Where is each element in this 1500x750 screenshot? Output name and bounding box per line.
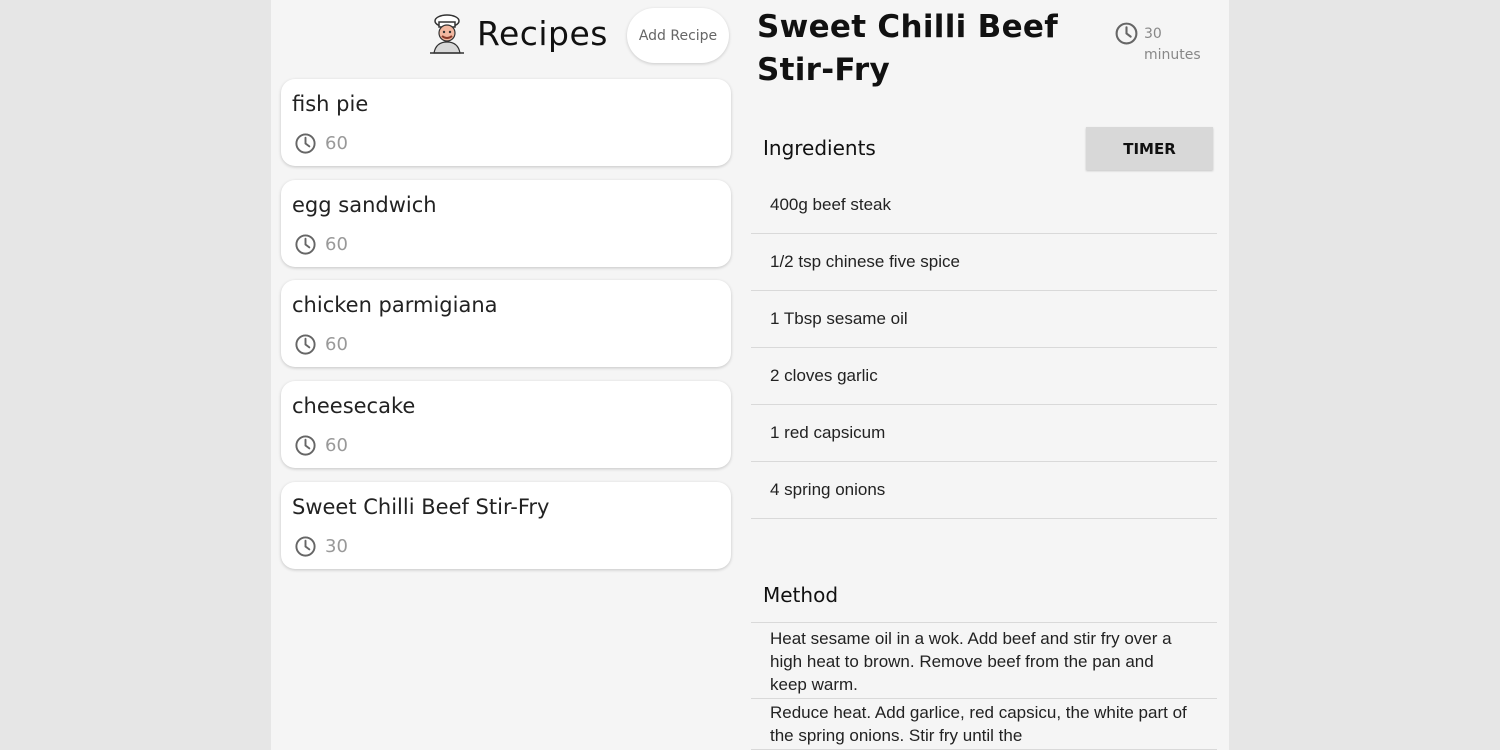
clock-icon bbox=[295, 536, 316, 557]
recipe-name: cheesecake bbox=[292, 394, 416, 418]
recipe-name: chicken parmigiana bbox=[292, 293, 498, 317]
recipe-app: Recipes Add Recipe fish pie 60 egg sandw… bbox=[271, 0, 1229, 750]
time-value: 30 bbox=[1144, 26, 1162, 42]
recipe-name: egg sandwich bbox=[292, 193, 437, 217]
recipe-time: 60 bbox=[325, 435, 348, 456]
recipe-name: Sweet Chilli Beef Stir-Fry bbox=[292, 495, 550, 519]
recipe-time: 60 bbox=[325, 133, 348, 154]
recipe-card[interactable]: egg sandwich 60 bbox=[281, 180, 731, 267]
clock-icon bbox=[295, 133, 316, 154]
chef-logo-icon bbox=[430, 14, 464, 54]
ingredient-item: 1 Tbsp sesame oil bbox=[751, 291, 1217, 348]
clock-icon bbox=[295, 435, 316, 456]
recipe-card[interactable]: chicken parmigiana 60 bbox=[281, 280, 731, 367]
divider bbox=[751, 622, 1217, 623]
recipe-time: 60 bbox=[325, 234, 348, 255]
method-step: Reduce heat. Add garlice, red capsicu, t… bbox=[751, 699, 1217, 750]
recipe-detail-time: 30 minutes bbox=[1144, 24, 1214, 66]
time-unit: minutes bbox=[1144, 47, 1201, 63]
method-list: Heat sesame oil in a wok. Add beef and s… bbox=[751, 625, 1217, 750]
method-step: Heat sesame oil in a wok. Add beef and s… bbox=[751, 625, 1217, 699]
recipe-time: 30 bbox=[325, 536, 348, 557]
recipe-name: fish pie bbox=[292, 92, 369, 116]
ingredient-item: 2 cloves garlic bbox=[751, 348, 1217, 405]
app-title: Recipes bbox=[477, 14, 609, 53]
method-heading: Method bbox=[763, 583, 839, 607]
recipe-card[interactable]: fish pie 60 bbox=[281, 79, 731, 166]
ingredients-heading: Ingredients bbox=[763, 136, 876, 160]
timer-button[interactable]: TIMER bbox=[1086, 127, 1213, 170]
clock-icon bbox=[1115, 22, 1138, 45]
ingredient-item: 400g beef steak bbox=[751, 177, 1217, 234]
recipe-card[interactable]: Sweet Chilli Beef Stir-Fry 30 bbox=[281, 482, 731, 569]
recipe-time: 60 bbox=[325, 334, 348, 355]
ingredient-item: 4 spring onions bbox=[751, 462, 1217, 519]
recipe-detail-title: Sweet Chilli Beef Stir-Fry bbox=[757, 9, 1059, 88]
recipe-card[interactable]: cheesecake 60 bbox=[281, 381, 731, 468]
ingredient-item: 1 red capsicum bbox=[751, 405, 1217, 462]
ingredient-list: 400g beef steak 1/2 tsp chinese five spi… bbox=[751, 177, 1217, 519]
ingredient-item: 1/2 tsp chinese five spice bbox=[751, 234, 1217, 291]
add-recipe-button[interactable]: Add Recipe bbox=[627, 8, 729, 63]
clock-icon bbox=[295, 334, 316, 355]
clock-icon bbox=[295, 234, 316, 255]
